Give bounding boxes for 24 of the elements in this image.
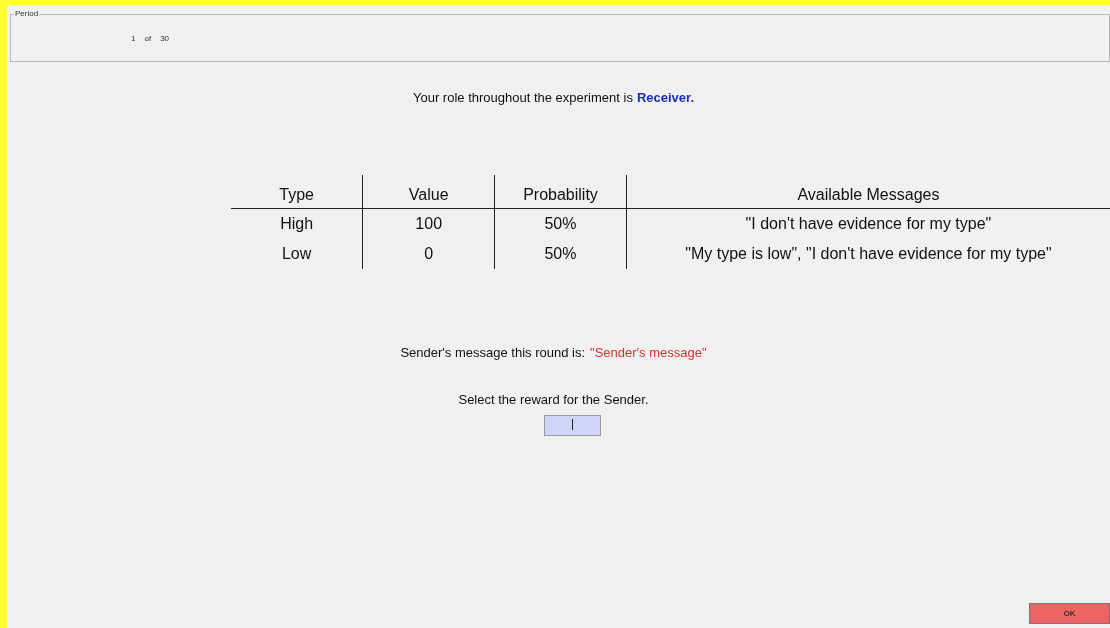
period-number: 1 — [131, 33, 136, 45]
table-cell: 50% — [494, 238, 627, 269]
period-total: 30 — [160, 33, 170, 45]
column-header: Probability — [494, 174, 627, 209]
column-header: Type — [231, 174, 363, 209]
sender-message: "Sender's message" — [590, 343, 707, 362]
period-label: Period — [14, 9, 40, 19]
message-label: Sender's message this round is: — [400, 343, 586, 362]
reward-input[interactable] — [544, 414, 601, 436]
table-cell: High — [231, 208, 363, 239]
column-header: Available Messages — [626, 174, 1110, 209]
column-header: Value — [362, 174, 495, 209]
ok-button[interactable]: OK — [1029, 603, 1110, 624]
table-cell: "I don't have evidence for my type" — [626, 208, 1110, 239]
text-cursor-icon — [572, 418, 573, 430]
period-of: of — [144, 33, 152, 45]
table-cell: 0 — [362, 238, 495, 269]
reward-prompt: Select the reward for the Sender. — [458, 391, 649, 409]
role-text: Your role throughout the experiment is — [412, 89, 633, 107]
table-cell: 50% — [494, 208, 627, 239]
table-cell: "My type is low", "I don't have evidence for my type" — [626, 238, 1110, 269]
table-cell: Low — [231, 238, 363, 269]
role-value: Receiver. — [636, 89, 694, 107]
table-cell: 100 — [362, 208, 495, 239]
